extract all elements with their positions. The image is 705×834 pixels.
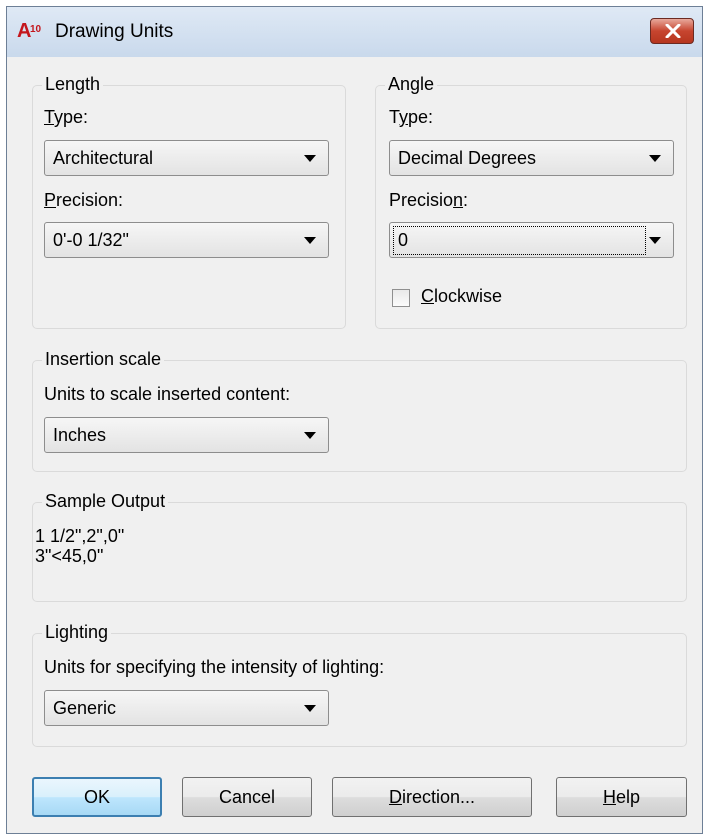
angle-type-dropdown[interactable]: Decimal Degrees	[389, 140, 674, 176]
angle-precision-value: 0	[393, 226, 646, 255]
length-type-value: Architectural	[53, 148, 154, 168]
svg-text:10: 10	[30, 24, 42, 35]
angle-precision-label: Precision:	[389, 190, 469, 210]
angle-type-value: Decimal Degrees	[398, 148, 537, 168]
insertion-scale-legend: Insertion scale	[42, 349, 165, 370]
direction-button[interactable]: Direction...	[332, 777, 532, 817]
chevron-down-icon	[304, 432, 316, 439]
clockwise-label[interactable]: Clockwise	[421, 286, 502, 307]
lighting-units-value: Generic	[53, 698, 117, 718]
length-precision-dropdown[interactable]: 0'-0 1/32"	[44, 222, 329, 258]
insertion-units-dropdown[interactable]: Inches	[44, 417, 329, 453]
length-precision-value: 0'-0 1/32"	[53, 230, 129, 250]
autocad-app-icon: A 10	[17, 20, 42, 41]
cancel-button[interactable]: Cancel	[182, 777, 312, 817]
drawing-units-dialog: A 10 Drawing Units Length Type: Architec…	[6, 6, 703, 834]
help-button[interactable]: Help	[556, 777, 687, 817]
title-bar[interactable]: A 10 Drawing Units	[7, 7, 702, 57]
insertion-scale-group: Insertion scale	[32, 349, 687, 472]
close-icon	[665, 24, 681, 38]
clockwise-checkbox[interactable]	[392, 289, 410, 307]
chevron-down-icon	[649, 155, 661, 162]
sample-output-group: Sample Output	[32, 491, 687, 602]
ok-button[interactable]: OK	[32, 777, 162, 817]
sample-output-legend: Sample Output	[42, 491, 169, 512]
lighting-units-label: Units for specifying the intensity of li…	[44, 657, 385, 677]
chevron-down-icon	[304, 237, 316, 244]
insertion-units-value: Inches	[53, 425, 107, 445]
sample-output-line1: 1 1/2",2",0"	[35, 526, 125, 546]
chevron-down-icon	[304, 155, 316, 162]
length-precision-label: Precision:	[44, 190, 124, 210]
lighting-legend: Lighting	[42, 622, 112, 643]
close-button[interactable]	[650, 18, 694, 44]
angle-precision-dropdown[interactable]: 0	[389, 222, 674, 258]
length-legend: Length	[42, 74, 104, 95]
sample-output-line2: 3"<45,0"	[35, 546, 104, 566]
length-type-label: Type:	[44, 107, 89, 127]
chevron-down-icon	[649, 237, 661, 244]
angle-legend: Angle	[385, 74, 438, 95]
chevron-down-icon	[304, 705, 316, 712]
length-type-dropdown[interactable]: Architectural	[44, 140, 329, 176]
lighting-units-dropdown[interactable]: Generic	[44, 690, 329, 726]
insertion-units-label: Units to scale inserted content:	[44, 384, 291, 404]
window-title: Drawing Units	[55, 21, 174, 42]
angle-type-label: Type:	[389, 107, 434, 127]
